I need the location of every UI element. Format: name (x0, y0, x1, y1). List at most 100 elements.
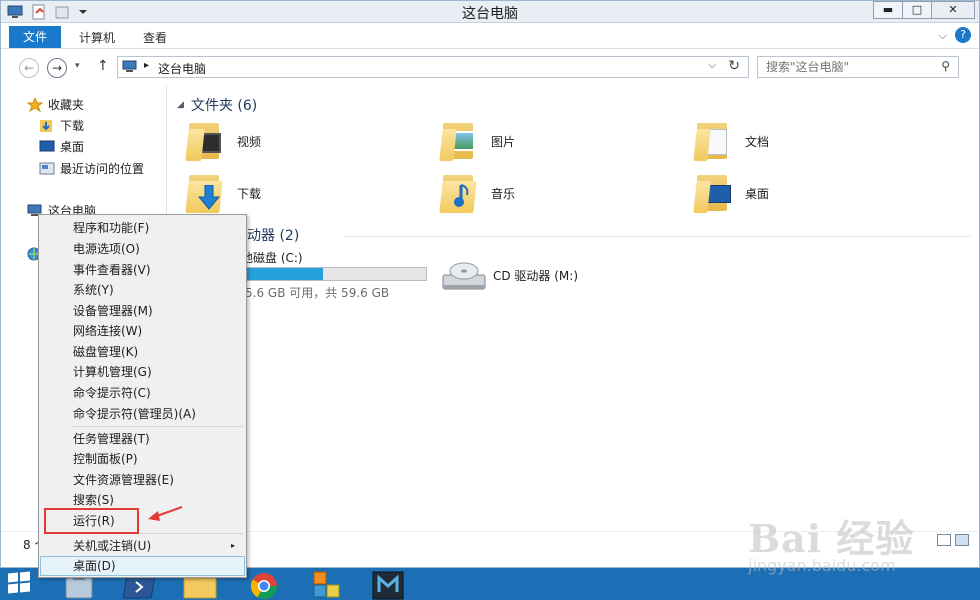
desktop-icon (39, 140, 55, 152)
nav-favorites[interactable]: 收藏夹 (27, 95, 84, 115)
computer-icon (122, 60, 137, 72)
large-icons-view-icon[interactable] (955, 534, 969, 546)
cd-drive-label: CD 驱动器 (M:) (493, 269, 579, 283)
nav-item-recent-places[interactable]: 最近访问的位置 (39, 159, 144, 179)
menu-item-file-explorer[interactable]: 文件资源管理器(E) (40, 470, 245, 490)
nav-item-label: 下载 (60, 119, 85, 133)
menu-item-computer-management[interactable]: 计算机管理(G) (40, 362, 245, 382)
folder-label: 图片 (491, 134, 516, 149)
address-dropdown-icon[interactable]: ⌵ (708, 60, 716, 71)
folder-music[interactable]: 音乐 (439, 169, 516, 217)
drives-group-title: 动器 (2) (247, 228, 300, 244)
submenu-arrow-icon: ▸ (230, 541, 235, 550)
search-box: ⚲ (757, 56, 959, 78)
downloads-icon (40, 120, 52, 132)
folder-desktop[interactable]: 桌面 (693, 169, 770, 217)
folder-label: 下载 (237, 186, 262, 201)
address-bar[interactable]: ▸ 这台电脑 ⌵ ↻ (117, 56, 749, 78)
back-button[interactable]: ← (19, 58, 39, 78)
window-title: 这台电脑 (462, 6, 518, 22)
desktop-folder-icon (693, 171, 735, 215)
forward-button[interactable]: → (47, 58, 67, 78)
star-icon (27, 98, 43, 112)
mpc-player-icon[interactable] (368, 570, 408, 600)
title-bar: 这台电脑 ▬ □ ✕ (1, 1, 979, 23)
videos-folder-icon (185, 119, 227, 163)
red-arrow-annotation (148, 506, 183, 521)
search-input[interactable] (758, 57, 928, 77)
menu-item-command-prompt[interactable]: 命令提示符(C) (40, 383, 245, 403)
breadcrumb-separator[interactable]: ▸ (144, 60, 149, 71)
refresh-icon[interactable]: ↻ (728, 58, 740, 74)
search-icon[interactable]: ⚲ (941, 59, 950, 73)
local-disk-usage-fill (246, 268, 324, 280)
local-disk-label[interactable]: 本地磁盘 (C:) (229, 249, 429, 265)
close-button[interactable]: ✕ (931, 1, 975, 19)
details-view-icon[interactable] (937, 534, 951, 546)
group-divider (345, 236, 971, 237)
view-switcher (937, 534, 969, 546)
menu-item-label: 关机或注销(U) (73, 539, 152, 553)
tab-computer[interactable]: 计算机 (65, 27, 129, 49)
help-icon[interactable]: ? (955, 27, 971, 43)
cd-drive-icon (442, 262, 486, 290)
menu-item-network-connections[interactable]: 网络连接(W) (40, 321, 245, 341)
nav-favorites-label: 收藏夹 (48, 98, 85, 112)
menu-item-control-panel[interactable]: 控制面板(P) (40, 449, 245, 469)
folder-downloads[interactable]: 下载 (185, 169, 262, 217)
drives-group-header[interactable]: 动器 (2) (247, 225, 299, 245)
menu-item-desktop[interactable]: 桌面(D) (40, 556, 245, 576)
watermark-url: jingyan.baidu.com (748, 556, 896, 575)
run-highlight-box (44, 508, 139, 534)
downloads-folder-icon (185, 171, 227, 215)
nav-item-downloads[interactable]: 下载 (39, 116, 84, 136)
collapse-icon: ◢ (177, 100, 184, 110)
menu-item-shutdown-or-sign-out[interactable]: 关机或注销(U) ▸ (40, 536, 245, 556)
menu-item-power-options[interactable]: 电源选项(O) (40, 239, 245, 259)
start-button[interactable] (8, 571, 32, 595)
folders-group-header[interactable]: ◢ 文件夹 (6) (177, 95, 257, 115)
tab-file[interactable]: 文件 (9, 26, 62, 48)
folder-label: 文档 (745, 134, 770, 149)
minimize-button[interactable]: ▬ (873, 1, 903, 19)
pictures-folder-icon (439, 119, 481, 163)
tab-view[interactable]: 查看 (129, 27, 181, 49)
local-disk-usage-bar (245, 267, 427, 281)
ribbon-tabs: 文件 计算机 查看 ⌵ ? (1, 24, 979, 49)
up-button[interactable]: ↑ (97, 58, 109, 74)
nav-item-label: 最近访问的位置 (60, 162, 145, 176)
nav-item-desktop[interactable]: 桌面 (39, 137, 84, 157)
recent-locations-button[interactable]: ▾ (75, 61, 80, 71)
cd-drive[interactable]: CD 驱动器 (M:) (441, 255, 578, 298)
menu-item-search[interactable]: 搜索(S) (40, 490, 245, 510)
watermark-brand: Bai 经验 (748, 516, 915, 561)
window-controls: ▬ □ ✕ (873, 1, 975, 19)
menu-item-system[interactable]: 系统(Y) (40, 280, 245, 300)
folder-label: 音乐 (491, 186, 516, 201)
breadcrumb[interactable]: 这台电脑 (158, 60, 206, 77)
music-folder-icon (439, 171, 481, 215)
maximize-button[interactable]: □ (902, 1, 932, 19)
folder-videos[interactable]: 视频 (185, 117, 262, 165)
chrome-icon[interactable] (244, 570, 284, 600)
baidu-watermark: Bai 经验 jingyan.baidu.com (748, 508, 938, 588)
menu-item-task-manager[interactable]: 任务管理器(T) (40, 429, 245, 449)
menu-item-event-viewer[interactable]: 事件查看器(V) (40, 260, 245, 280)
local-disk-free-space: 5.6 GB 可用，共 59.6 GB (245, 286, 390, 300)
folder-label: 视频 (237, 134, 262, 149)
folder-documents[interactable]: 文档 (693, 117, 770, 165)
content-pane: ◢ 文件夹 (6) 视频 图片 文档 下载 音乐 桌面 动器 (2) 本地磁盘 … (169, 85, 979, 531)
menu-item-device-manager[interactable]: 设备管理器(M) (40, 301, 245, 321)
menu-separator (71, 426, 243, 427)
mfc-app-icon[interactable] (306, 570, 346, 600)
nav-item-label: 桌面 (60, 140, 85, 154)
ribbon-expand-icon[interactable]: ⌵ (939, 29, 947, 43)
folders-group-title: 文件夹 (6) (190, 98, 258, 114)
recent-places-icon (39, 162, 55, 175)
folder-pictures[interactable]: 图片 (439, 117, 516, 165)
menu-item-disk-management[interactable]: 磁盘管理(K) (40, 342, 245, 362)
menu-item-programs-and-features[interactable]: 程序和功能(F) (40, 218, 245, 238)
documents-folder-icon (693, 119, 735, 163)
menu-item-command-prompt-admin[interactable]: 命令提示符(管理员)(A) (40, 404, 245, 424)
folder-label: 桌面 (745, 186, 770, 201)
